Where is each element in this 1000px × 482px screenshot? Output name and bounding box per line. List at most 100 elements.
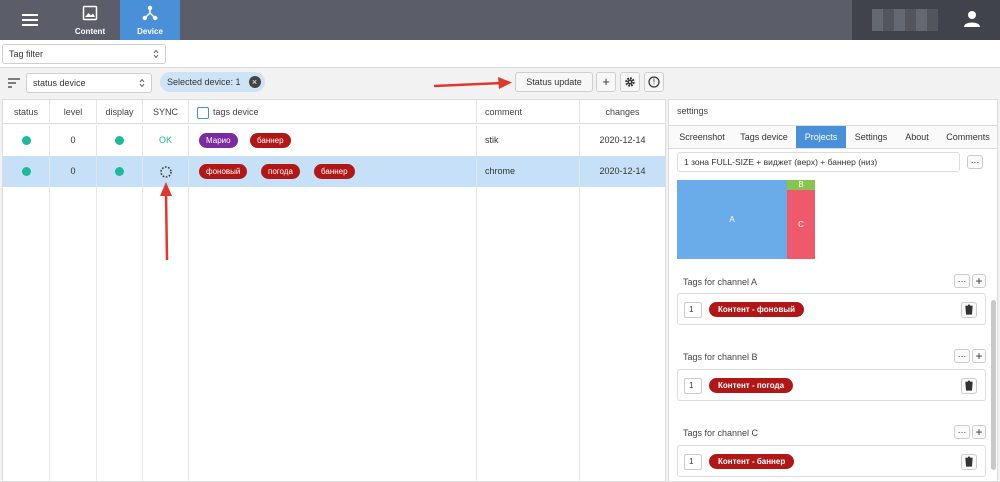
network-icon [142,5,158,21]
changes-cell: 2020-12-14 [599,166,646,176]
device-tag[interactable]: фоновый [199,164,248,179]
changes-cell: 2020-12-14 [599,135,646,145]
info-button[interactable]: ! [644,72,664,92]
channel-a-tag[interactable]: Контент - фоновый [709,302,804,317]
comment-cell: stik [477,125,580,156]
column-divider [96,187,97,481]
info-icon: ! [648,76,660,88]
channel-a-label: Tags for channel A [683,277,758,287]
zone-a[interactable]: A [677,180,787,259]
tags-cell: Марио баннер [189,125,477,156]
channel-c-more-button[interactable]: … [954,425,970,439]
tag-filter-select[interactable]: Tag filter [2,44,166,64]
channel-a-add-button[interactable]: + [972,274,986,288]
settings-panel: settings Screenshot Tags device Projects… [668,99,998,482]
add-button[interactable]: + [596,72,616,92]
column-header-sync[interactable]: SYNC [143,100,189,124]
column-header-status[interactable]: status [3,100,50,124]
status-update-button[interactable]: Status update [515,72,593,92]
chevron-up-down-icon [153,49,159,59]
device-tag[interactable]: баннер [250,133,291,148]
status-device-select[interactable]: status device [26,73,152,93]
tab-tags-device[interactable]: Tags device [733,126,795,148]
channel-a-delete-button[interactable] [961,302,977,318]
settings-gear-button[interactable] [620,72,640,92]
display-on-dot [115,167,124,177]
device-tag[interactable]: баннер [314,164,355,179]
user-icon[interactable] [963,10,981,28]
display-on-dot [115,136,124,146]
top-navigation-bar: Content Device [0,0,1000,40]
panel-scrollbar[interactable] [991,300,996,470]
settings-tabs: Screenshot Tags device Projects Settings… [669,125,997,149]
channel-c-box: 1 Контент - баннер [677,445,986,477]
status-online-dot [21,136,31,146]
display-cell [97,125,143,156]
sort-icon[interactable] [8,78,20,88]
tab-about[interactable]: About [897,126,937,148]
channel-c-number-input[interactable]: 1 [684,454,702,470]
device-tag[interactable]: Марио [199,133,238,148]
device-table: status level display SYNC tags device co… [2,99,666,482]
gear-icon [625,77,635,87]
nav-tab-content[interactable]: Content [60,0,120,40]
channel-a-number-input[interactable]: 1 [684,302,702,318]
table-row[interactable]: 0 OK Марио баннер stik 2020-12-14 [3,125,665,156]
select-all-checkbox[interactable] [197,106,209,119]
tab-projects[interactable]: Projects [796,126,846,148]
channel-b-delete-button[interactable] [961,378,977,394]
level-cell: 0 [50,125,97,156]
project-select[interactable]: 1 зона FULL-SIZE + виджет (верх) + банне… [677,152,960,172]
column-header-changes[interactable]: changes [580,100,665,124]
zone-c[interactable]: C [787,190,815,259]
clear-selection-icon[interactable]: × [248,76,261,88]
status-online-dot [21,167,31,177]
sync-spinner-icon [159,165,172,178]
tab-comments[interactable]: Comments [939,126,997,148]
settings-panel-title: settings [677,106,709,116]
channel-b-tag[interactable]: Контент - погода [709,378,794,393]
display-cell [97,156,143,187]
channel-c-add-button[interactable]: + [972,425,986,439]
project-more-button[interactable]: … [967,155,983,169]
table-toolbar: status device Selected device: 1 × Statu… [0,68,1000,98]
column-divider [476,187,477,481]
hamburger-menu-icon[interactable] [12,8,48,32]
status-cell [3,156,50,187]
nav-tab-label: Content [74,27,106,36]
status-device-label: status device [33,78,86,88]
column-header-level[interactable]: level [50,100,97,124]
channel-a-more-button[interactable]: … [954,274,970,288]
nav-tab-device[interactable]: Device [120,0,180,40]
tab-screenshot[interactable]: Screenshot [671,126,733,148]
annotation-arrow-right [433,77,512,89]
channel-c-delete-button[interactable] [961,454,977,470]
channel-b-number-input[interactable]: 1 [684,378,702,394]
tags-cell: фоновый погода баннер [189,156,477,187]
status-cell [3,125,50,156]
column-divider [188,187,189,481]
tags-device-header-label: tags device [213,107,259,117]
selected-device-chip: Selected device: 1 × [160,72,265,92]
channel-b-add-button[interactable]: + [972,349,986,363]
channel-c-tag[interactable]: Контент - баннер [709,454,795,469]
column-divider [142,187,143,481]
user-area [852,0,1000,40]
sync-cell: OK [143,125,189,156]
column-header-comment[interactable]: comment [477,100,580,124]
channel-b-more-button[interactable]: … [954,349,970,363]
zone-b[interactable]: B [787,180,815,190]
column-header-display[interactable]: display [97,100,143,124]
level-cell: 0 [50,156,97,187]
selected-device-label: Selected device: 1 [167,77,241,87]
device-tag[interactable]: погода [261,164,300,179]
svg-text:!: ! [652,78,655,87]
nav-tab-label: Device [137,27,163,36]
tab-settings[interactable]: Settings [848,126,894,148]
image-icon [82,5,98,21]
filter-row: Tag filter [0,40,1000,68]
channel-b-box: 1 Контент - погода [677,369,986,401]
table-row-selected[interactable]: 0 фоновый погода баннер chrome 2020-12-1… [3,156,665,187]
column-header-tags-device[interactable]: tags device [189,100,477,124]
channel-a-box: 1 Контент - фоновый [677,293,986,325]
